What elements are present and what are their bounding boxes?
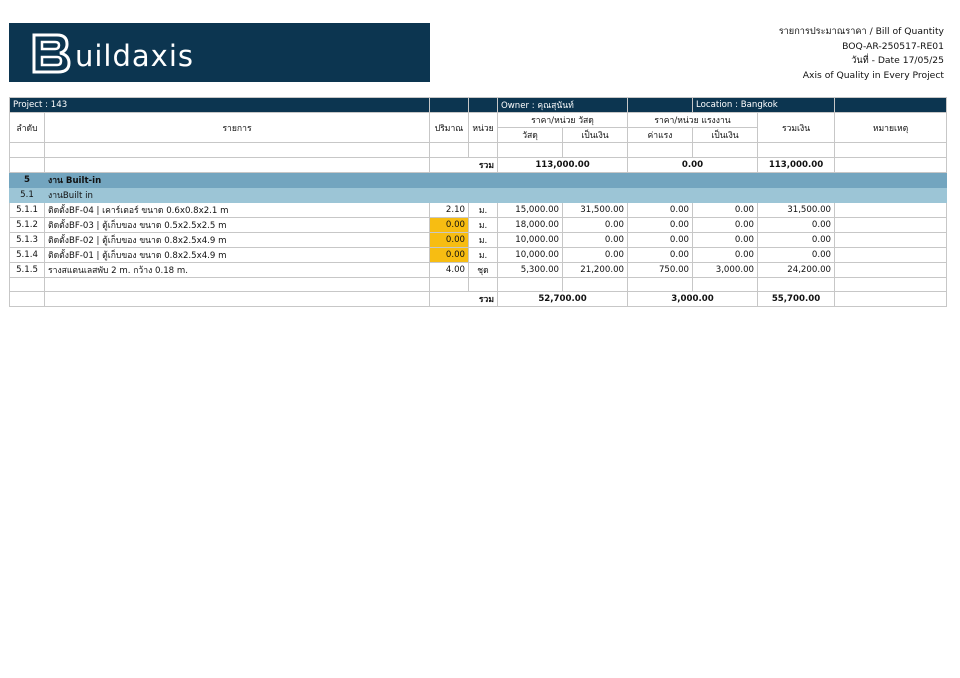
col-labor-amount: เป็นเงิน <box>692 127 759 143</box>
subtotal-row: รวม 52,700.00 3,000.00 55,700.00 <box>9 291 948 308</box>
item-total: 0.00 <box>757 216 836 233</box>
item-material-price: 15,000.00 <box>497 201 564 218</box>
item-material-amount: 0.00 <box>562 246 629 263</box>
item-labor-price: 0.00 <box>627 216 694 233</box>
item-unit: ม. <box>468 231 499 248</box>
col-unit: หน่วย <box>468 112 499 143</box>
item-labor-price: 0.00 <box>627 246 694 263</box>
column-header-row-1: ลำดับ รายการ ปริมาณ หน่วย ราคา/หน่วย วัส… <box>9 112 948 143</box>
col-item: รายการ <box>43 112 431 143</box>
section-no: 5 <box>9 171 45 188</box>
item-material-amount: 0.00 <box>562 216 629 233</box>
col-no: ลำดับ <box>9 112 45 143</box>
item-material-amount: 21,200.00 <box>562 261 629 278</box>
item-unit: ชุด <box>468 261 499 278</box>
doc-number: BOQ-AR-250517-RE01 <box>842 40 944 52</box>
logo-wordmark: uildaxis <box>75 38 195 73</box>
item-remark <box>834 216 948 233</box>
item-quantity: 2.10 <box>429 201 470 218</box>
grand-total-material: 113,000.00 <box>497 156 629 173</box>
boq-table: Project : 143 Owner : คุณสุนันท์ Locatio… <box>8 97 948 308</box>
item-material-price: 10,000.00 <box>497 231 564 248</box>
subsection-title: งานBuilt in <box>43 186 948 203</box>
grand-total-row: รวม 113,000.00 0.00 113,000.00 <box>9 156 948 173</box>
item-material-amount: 0.00 <box>562 231 629 248</box>
item-unit: ม. <box>468 216 499 233</box>
item-total: 24,200.00 <box>757 261 836 278</box>
item-no: 5.1.2 <box>9 216 45 233</box>
col-total: รวมเงิน <box>757 112 836 143</box>
item-labor-price: 0.00 <box>627 201 694 218</box>
section-row: 5 งาน Built-in <box>9 171 948 188</box>
subtotal-sum: 55,700.00 <box>757 291 836 308</box>
grand-total-label: รวม <box>429 156 499 173</box>
item-quantity: 0.00 <box>429 246 470 263</box>
item-no: 5.1.3 <box>9 231 45 248</box>
item-labor-price: 750.00 <box>627 261 694 278</box>
logo: uildaxis <box>9 23 430 82</box>
blank-row <box>9 142 948 158</box>
item-labor-price: 0.00 <box>627 231 694 248</box>
doc-title: รายการประมาณราคา / Bill of Quantity <box>778 26 944 37</box>
col-qty: ปริมาณ <box>429 112 470 143</box>
item-quantity: 4.00 <box>429 261 470 278</box>
subtotal-material: 52,700.00 <box>497 291 629 308</box>
item-description: รางสแตนเลสพับ 2 m. กว้าง 0.18 m. <box>43 261 431 278</box>
section-title: งาน Built-in <box>43 171 948 188</box>
blank-row <box>9 276 948 293</box>
item-remark <box>834 261 948 278</box>
item-no: 5.1.1 <box>9 201 45 218</box>
item-labor-amount: 3,000.00 <box>692 261 759 278</box>
doc-date: วันที่ - Date 17/05/25 <box>851 55 944 66</box>
item-quantity: 0.00 <box>429 216 470 233</box>
subtotal-labor: 3,000.00 <box>627 291 759 308</box>
item-no: 5.1.4 <box>9 246 45 263</box>
buildaxis-b-icon <box>32 33 71 73</box>
item-labor-amount: 0.00 <box>692 231 759 248</box>
item-material-amount: 31,500.00 <box>562 201 629 218</box>
table-row: 5.1.3 ติดตั้งBF-02 | ตู้เก็บของ ขนาด 0.8x… <box>9 231 948 248</box>
subtotal-label: รวม <box>429 291 499 308</box>
location-label: Location : Bangkok <box>692 97 836 113</box>
grand-total-sum: 113,000.00 <box>757 156 836 173</box>
table-row: 5.1.1 ติดตั้งBF-04 | เคาร์เตอร์ ขนาด 0.6x… <box>9 201 948 218</box>
col-labor-group: ราคา/หน่วย แรงงาน <box>627 112 759 128</box>
item-total: 0.00 <box>757 231 836 248</box>
item-remark <box>834 201 948 218</box>
item-material-price: 18,000.00 <box>497 216 564 233</box>
item-remark <box>834 246 948 263</box>
doc-tagline: Axis of Quality in Every Project <box>802 69 944 81</box>
item-quantity: 0.00 <box>429 231 470 248</box>
item-total: 0.00 <box>757 246 836 263</box>
item-labor-amount: 0.00 <box>692 246 759 263</box>
item-material-price: 10,000.00 <box>497 246 564 263</box>
info-row: Project : 143 Owner : คุณสุนันท์ Locatio… <box>8 97 948 113</box>
item-no: 5.1.5 <box>9 261 45 278</box>
col-material-group: ราคา/หน่วย วัสดุ <box>497 112 629 128</box>
item-unit: ม. <box>468 246 499 263</box>
item-labor-amount: 0.00 <box>692 201 759 218</box>
item-labor-amount: 0.00 <box>692 216 759 233</box>
item-remark <box>834 231 948 248</box>
table-row: 5.1.2 ติดตั้งBF-03 | ตู้เก็บของ ขนาด 0.5x… <box>9 216 948 233</box>
table-row: 5.1.4 ติดตั้งBF-01 | ตู้เก็บของ ขนาด 0.8x… <box>9 246 948 263</box>
table-row: 5.1.5 รางสแตนเลสพับ 2 m. กว้าง 0.18 m. 4.0… <box>9 261 948 278</box>
col-remark: หมายเหตุ <box>834 112 948 143</box>
item-material-price: 5,300.00 <box>497 261 564 278</box>
item-description: ติดตั้งBF-03 | ตู้เก็บของ ขนาด 0.5x2.5x2… <box>43 216 431 233</box>
col-material-amount: เป็นเงิน <box>562 127 629 143</box>
item-total: 31,500.00 <box>757 201 836 218</box>
document-info: รายการประมาณราคา / Bill of Quantity BOQ-… <box>779 25 944 83</box>
col-material-price: วัสดุ <box>497 127 564 143</box>
owner-label: Owner : คุณสุนันท์ <box>497 97 629 113</box>
item-description: ติดตั้งBF-02 | ตู้เก็บของ ขนาด 0.8x2.5x4… <box>43 231 431 248</box>
subsection-row: 5.1 งานBuilt in <box>9 186 948 203</box>
subsection-no: 5.1 <box>9 186 45 203</box>
item-unit: ม. <box>468 201 499 218</box>
item-description: ติดตั้งBF-01 | ตู้เก็บของ ขนาด 0.8x2.5x4… <box>43 246 431 263</box>
grand-total-labor: 0.00 <box>627 156 759 173</box>
project-label: Project : 143 <box>8 97 431 113</box>
item-description: ติดตั้งBF-04 | เคาร์เตอร์ ขนาด 0.6x0.8x2… <box>43 201 431 218</box>
col-labor-price: ค่าแรง <box>627 127 694 143</box>
